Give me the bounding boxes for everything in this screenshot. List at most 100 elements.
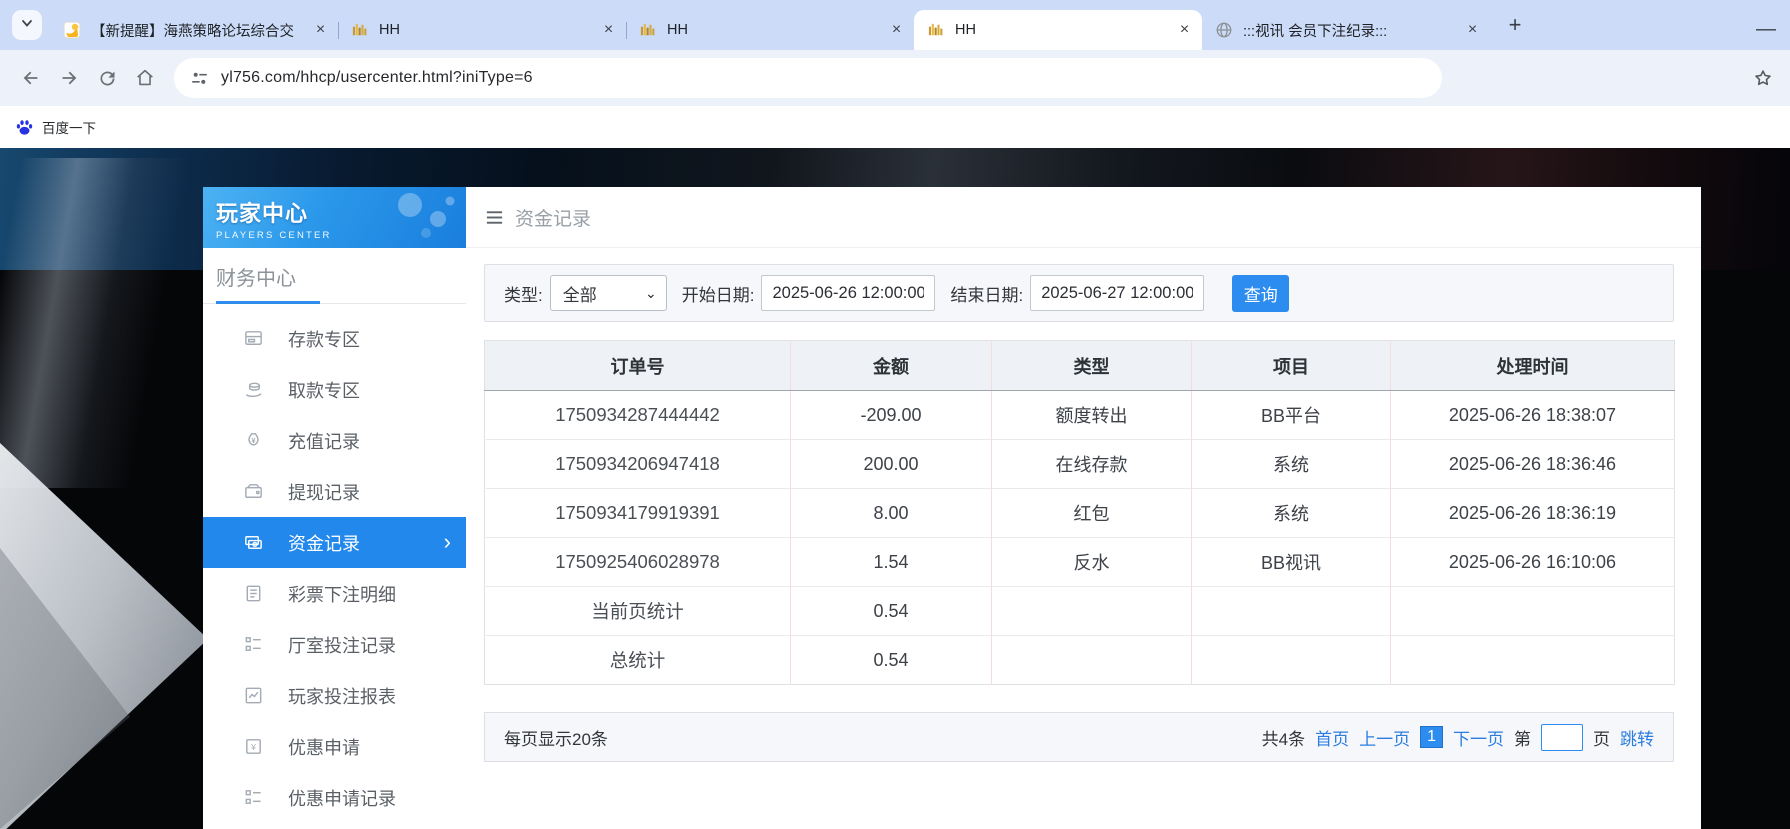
browser-tab[interactable]: HH× — [626, 10, 914, 50]
svg-text:¥: ¥ — [252, 436, 256, 444]
bookmarks-bar: 百度一下 — [0, 106, 1790, 148]
table-cell: 在线存款 — [992, 440, 1192, 489]
query-button[interactable]: 查询 — [1232, 275, 1289, 312]
sidebar-item-label: 资金记录 — [288, 530, 360, 556]
sidebar-item-label: 厅室投注记录 — [288, 632, 396, 658]
type-select-value: 全部 — [563, 281, 597, 306]
tab-search-button[interactable] — [12, 10, 42, 40]
back-icon — [20, 67, 42, 89]
svg-text:¥: ¥ — [250, 741, 256, 751]
start-date-input[interactable] — [761, 275, 935, 311]
gold-logo-icon — [638, 20, 658, 40]
prev-page-link[interactable]: 上一页 — [1359, 725, 1410, 750]
table-cell: 红包 — [992, 489, 1192, 538]
home-button[interactable] — [126, 60, 164, 96]
sidebar-header: 玩家中心 PLAYERS CENTER — [203, 187, 466, 248]
sidebar-menu: 存款专区取款专区 ¥ 充值记录提现记录资金记录› 彩票下注明细厅室投注记录玩家投注报表… — [203, 304, 466, 823]
table-cell: 反水 — [992, 538, 1192, 587]
type-label: 类型: — [504, 281, 543, 306]
bookmark-item-baidu[interactable]: 百度一下 — [42, 117, 96, 137]
table-cell: 2025-06-26 18:36:46 — [1391, 440, 1675, 489]
tab-title: HH — [955, 22, 1169, 38]
tab-close-icon[interactable]: × — [311, 21, 330, 40]
sidebar-item-promo-apply-record[interactable]: 优惠申请记录 — [203, 772, 466, 823]
end-date-input[interactable] — [1030, 275, 1204, 311]
forward-button[interactable] — [50, 60, 88, 96]
background-art — [0, 158, 203, 488]
address-bar[interactable]: yl756.com/hhcp/usercenter.html?iniType=6 — [174, 58, 1442, 98]
page-jump-input[interactable] — [1541, 724, 1583, 751]
tab-close-icon[interactable]: × — [887, 21, 906, 40]
table-cell: 1.54 — [791, 538, 992, 587]
sidebar-item-lottery-bet-detail[interactable]: 彩票下注明细 — [203, 568, 466, 619]
table-cell: 1750934179919391 — [485, 489, 791, 538]
sidebar-section-title: 财务中心 — [203, 248, 466, 291]
sidebar-item-withdraw-zone[interactable]: 取款专区 — [203, 364, 466, 415]
minimize-icon: — — [1756, 18, 1776, 40]
table-cell: 8.00 — [791, 489, 992, 538]
funds-record-table: 订单号金额类型项目处理时间 1750934287444442-209.00额度转… — [484, 340, 1675, 685]
forward-icon — [58, 67, 80, 89]
current-page-badge[interactable]: 1 — [1420, 726, 1443, 748]
table-cell: 额度转出 — [992, 391, 1192, 440]
sidebar-item-recharge-record[interactable]: ¥ 充值记录 — [203, 415, 466, 466]
table-cell — [992, 587, 1192, 636]
player-bet-report-icon — [243, 685, 265, 707]
funds-record-panel: 资金记录 类型: 全部 ⌄ 开始日期: 结束日期: 查询 订单号金额类型项目处理… — [466, 187, 1701, 829]
next-page-link[interactable]: 下一页 — [1453, 725, 1504, 750]
type-select[interactable]: 全部 ⌄ — [550, 275, 667, 311]
jump-button[interactable]: 跳转 — [1620, 725, 1654, 750]
back-button[interactable] — [12, 60, 50, 96]
site-info-icon[interactable] — [190, 69, 209, 88]
sidebar-item-withdraw-record[interactable]: 提现记录 — [203, 466, 466, 517]
browser-tab[interactable]: :::视讯 会员下注纪录:::× — [1202, 10, 1490, 50]
table-row: 总统计0.54 — [485, 636, 1675, 685]
table-cell: 系统 — [1192, 489, 1391, 538]
table-cell: 2025-06-26 16:10:06 — [1391, 538, 1675, 587]
star-icon — [1752, 67, 1774, 89]
total-count-label: 共4条 — [1262, 725, 1305, 750]
new-tab-button[interactable]: + — [1500, 10, 1530, 40]
tab-close-icon[interactable]: × — [1175, 21, 1194, 40]
page-title: 资金记录 — [515, 204, 591, 231]
sidebar-item-player-bet-report[interactable]: 玩家投注报表 — [203, 670, 466, 721]
browser-tab[interactable]: HH× — [338, 10, 626, 50]
table-row: 1750934287444442-209.00额度转出BB平台2025-06-2… — [485, 391, 1675, 440]
table-cell: BB平台 — [1192, 391, 1391, 440]
tab-close-icon[interactable]: × — [1463, 21, 1482, 40]
gold-logo-icon — [350, 20, 370, 40]
table-header-cell: 类型 — [992, 341, 1192, 391]
sidebar-item-funds-record[interactable]: 资金记录› — [203, 517, 466, 568]
sidebar-item-label: 取款专区 — [288, 377, 360, 403]
browser-tab[interactable]: 【新提醒】海燕策略论坛综合交 × — [50, 10, 338, 50]
hall-bet-record-icon — [243, 634, 265, 656]
window-minimize-button[interactable]: — — [1756, 18, 1776, 41]
withdraw-record-icon — [243, 481, 265, 503]
content-header: 资金记录 — [466, 187, 1701, 248]
table-cell — [1192, 587, 1391, 636]
table-cell: 2025-06-26 18:38:07 — [1391, 391, 1675, 440]
reload-button[interactable] — [88, 60, 126, 96]
forum-favicon-icon — [62, 20, 82, 40]
sidebar-item-hall-bet-record[interactable]: 厅室投注记录 — [203, 619, 466, 670]
sidebar-item-label: 充值记录 — [288, 428, 360, 454]
reload-icon — [97, 68, 118, 89]
promo-apply-record-icon — [243, 787, 265, 809]
bookmark-star-button[interactable] — [1752, 67, 1774, 89]
table-cell: -209.00 — [791, 391, 992, 440]
tab-title: 【新提醒】海燕策略论坛综合交 — [91, 20, 305, 41]
sidebar-item-label: 存款专区 — [288, 326, 360, 352]
tab-close-icon[interactable]: × — [599, 21, 618, 40]
table-cell: 1750925406028978 — [485, 538, 791, 587]
globe-icon — [1214, 20, 1234, 40]
lottery-bet-detail-icon — [243, 583, 265, 605]
sidebar-item-label: 优惠申请记录 — [288, 785, 396, 811]
tab-strip: 【新提醒】海燕策略论坛综合交×HH×HH×HH×:::视讯 会员下注纪录:::×… — [0, 0, 1790, 50]
sidebar-item-deposit-zone[interactable]: 存款专区 — [203, 313, 466, 364]
sidebar-item-label: 彩票下注明细 — [288, 581, 396, 607]
sidebar-item-label: 提现记录 — [288, 479, 360, 505]
first-page-link[interactable]: 首页 — [1315, 725, 1349, 750]
browser-tab[interactable]: HH × — [914, 10, 1202, 50]
sidebar-item-promo-apply[interactable]: ¥优惠申请 — [203, 721, 466, 772]
plus-icon: + — [1509, 12, 1522, 38]
